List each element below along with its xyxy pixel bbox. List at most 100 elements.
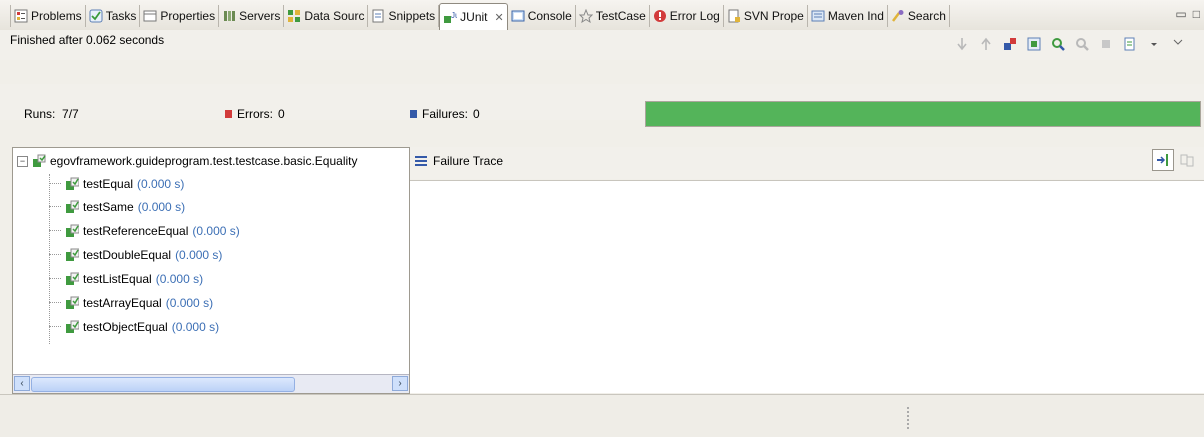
rerun-test-icon[interactable] — [1050, 36, 1066, 52]
tab-label: JUnit — [460, 10, 488, 24]
properties-icon — [143, 9, 157, 23]
close-icon[interactable]: ✕ — [495, 11, 504, 24]
tree-item-testlistequal[interactable]: testListEqual (0.000 s) — [49, 272, 203, 286]
tab-label: Console — [527, 9, 572, 23]
compare-icon — [1180, 154, 1194, 167]
tab-svn-properties[interactable]: SVN Prope — [724, 5, 808, 27]
tab-label: Maven Ind — [827, 9, 884, 23]
error-icon — [225, 110, 232, 118]
tab-properties[interactable]: Properties — [140, 5, 220, 27]
test-run-history-icon[interactable] — [1122, 36, 1138, 52]
status-text: Finished after 0.062 seconds — [10, 33, 165, 47]
chevron-down-icon[interactable] — [1146, 36, 1162, 52]
tab-label: TestCase — [595, 9, 646, 23]
tree-root-suite[interactable]: − egovframework.guideprogram.test.testca… — [17, 154, 357, 168]
runs-value: 7/7 — [62, 107, 79, 121]
svg-text:Ju: Ju — [451, 11, 457, 20]
scrollbar-thumb[interactable] — [31, 377, 295, 392]
servers-icon — [222, 9, 236, 23]
test-passed-icon — [65, 296, 79, 310]
testcase-icon — [578, 9, 593, 23]
runs-counter: Runs: 7/7 — [24, 107, 79, 121]
tab-maven-index[interactable]: Maven Ind — [808, 5, 888, 27]
tab-error-log[interactable]: Error Log — [650, 5, 724, 27]
test-time: (0.000 s) — [175, 248, 223, 262]
tab-label: Error Log — [669, 9, 720, 23]
failure-icon — [410, 110, 417, 118]
test-suite-icon — [32, 154, 46, 168]
filter-stack-trace-button[interactable] — [1152, 149, 1174, 171]
errors-counter: Errors: 0 — [225, 107, 285, 121]
bottom-status-area — [0, 394, 1204, 437]
scroll-left-icon[interactable]: ‹ — [14, 376, 30, 391]
tab-problems[interactable]: Problems — [10, 5, 86, 27]
test-time: (0.000 s) — [171, 320, 220, 334]
snippets-icon — [371, 9, 385, 23]
junit-status-line: Finished after 0.062 seconds — [0, 30, 1204, 60]
test-name: testEqual — [83, 177, 134, 191]
show-failures-only-icon[interactable] — [1002, 36, 1018, 52]
stop-icon[interactable] — [1098, 36, 1114, 52]
tree-item-testequal[interactable]: testEqual (0.000 s) — [49, 177, 184, 191]
test-passed-icon — [65, 200, 79, 214]
tab-servers[interactable]: Servers — [219, 5, 285, 27]
maven-index-icon — [811, 9, 825, 23]
test-time: (0.000 s) — [155, 272, 204, 286]
tab-testcase[interactable]: TestCase — [576, 5, 650, 27]
compare-result-button[interactable] — [1176, 149, 1198, 171]
tab-snippets[interactable]: Snippets — [368, 5, 440, 27]
tab-label: SVN Prope — [743, 9, 804, 23]
tree-item-testreferenceequal[interactable]: testReferenceEqual (0.000 s) — [49, 224, 240, 238]
test-tree[interactable]: − egovframework.guideprogram.test.testca… — [12, 147, 410, 394]
tab-search[interactable]: Search — [888, 5, 950, 27]
svn-properties-icon — [727, 9, 741, 23]
test-time: (0.000 s) — [192, 224, 240, 238]
test-name: testDoubleEqual — [83, 248, 172, 262]
test-passed-icon — [65, 272, 79, 286]
tab-junit[interactable]: Ju JUnit ✕ — [439, 3, 508, 30]
tab-label: Tasks — [105, 9, 137, 23]
next-failure-icon[interactable] — [954, 36, 970, 52]
minimize-icon[interactable]: ▭ — [1175, 7, 1186, 21]
tree-item-testsame[interactable]: testSame (0.000 s) — [49, 200, 185, 214]
tab-label: Servers — [239, 9, 281, 23]
test-passed-icon — [65, 320, 79, 334]
view-window-controls: ▭ □ — [1175, 7, 1200, 21]
test-name: testReferenceEqual — [83, 224, 189, 238]
rerun-failed-first-icon[interactable] — [1074, 36, 1090, 52]
scroll-lock-icon[interactable] — [1026, 36, 1042, 52]
test-time: (0.000 s) — [137, 177, 185, 191]
test-name: testObjectEqual — [83, 320, 168, 334]
error-log-icon — [653, 9, 667, 23]
tab-tasks[interactable]: Tasks — [86, 5, 141, 27]
collapse-icon[interactable]: − — [17, 155, 28, 167]
test-passed-icon — [65, 177, 79, 191]
test-time: (0.000 s) — [165, 296, 214, 310]
tab-label: Snippets — [388, 9, 436, 23]
previous-failure-icon[interactable] — [978, 36, 994, 52]
tab-console[interactable]: Console — [508, 5, 576, 27]
tree-item-testdoubleequal[interactable]: testDoubleEqual (0.000 s) — [49, 248, 222, 262]
filter-icon — [1157, 154, 1168, 166]
test-progress-bar — [645, 101, 1201, 127]
resize-grip[interactable] — [907, 407, 911, 429]
test-name: testListEqual — [83, 272, 152, 286]
horizontal-scrollbar[interactable]: ‹ › — [13, 374, 409, 393]
tab-label: Problems — [31, 9, 82, 23]
test-passed-icon — [65, 224, 79, 238]
progress-fill — [646, 102, 1200, 126]
failure-trace-content[interactable] — [410, 180, 1204, 393]
problems-icon — [14, 9, 28, 23]
tree-item-testarrayequal[interactable]: testArrayEqual (0.000 s) — [49, 296, 213, 310]
tree-item-testobjectequal[interactable]: testObjectEqual (0.000 s) — [49, 320, 219, 334]
view-menu-icon[interactable] — [1170, 36, 1186, 52]
failures-value: 0 — [473, 107, 480, 121]
console-icon — [511, 9, 525, 23]
test-passed-icon — [65, 248, 79, 262]
failure-trace-header: Failure Trace — [410, 147, 1204, 179]
scroll-right-icon[interactable]: › — [392, 376, 408, 391]
maximize-icon[interactable]: □ — [1193, 7, 1200, 21]
test-time: (0.000 s) — [137, 200, 186, 214]
failure-trace-title: Failure Trace — [433, 154, 504, 168]
tab-data-source[interactable]: Data Sourc — [284, 5, 369, 27]
